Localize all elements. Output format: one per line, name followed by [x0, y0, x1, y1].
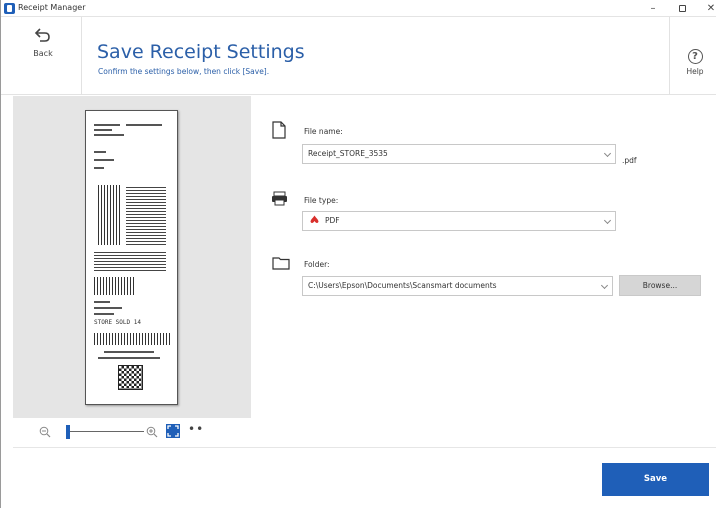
receipt-text-line — [94, 124, 120, 126]
file-type-value: PDF — [325, 216, 340, 225]
receipt-text-line — [94, 301, 110, 303]
receipt-text-line — [126, 124, 162, 126]
maximize-button[interactable] — [670, 1, 694, 16]
back-arrow-icon — [34, 28, 50, 42]
title-bar: Receipt Manager – ✕ — [1, 0, 716, 17]
file-name-label: File name: — [304, 127, 343, 136]
receipt-text-line — [104, 351, 154, 353]
help-icon: ? — [687, 49, 703, 64]
app-icon — [4, 3, 15, 14]
more-options-button[interactable]: •• — [188, 422, 204, 436]
file-type-label: File type: — [304, 196, 339, 205]
zoom-slider-track[interactable] — [70, 431, 144, 432]
zoom-controls: •• — [13, 418, 251, 448]
help-label: Help — [686, 67, 704, 76]
receipt-text-line — [94, 134, 124, 136]
receipt-text-line — [98, 357, 160, 359]
file-extension: .pdf — [622, 156, 637, 165]
header-divider-right — [669, 17, 670, 95]
receipt-text-block — [94, 251, 166, 271]
zoom-out-icon[interactable] — [39, 426, 51, 438]
folder-value: C:\Users\Epson\Documents\Scansmart docum… — [308, 281, 497, 290]
receipt-preview-pane: STORE SOLD 14 — [13, 96, 251, 418]
chevron-down-icon[interactable] — [600, 281, 609, 290]
receipt-text-block — [94, 277, 134, 295]
file-icon — [272, 121, 286, 139]
header-divider — [81, 17, 82, 95]
receipt-text-line — [94, 313, 114, 315]
zoom-slider-thumb[interactable] — [66, 425, 70, 439]
receipt-manager-window: Receipt Manager – ✕ Back Save Receipt Se… — [0, 0, 716, 508]
fit-to-window-icon[interactable] — [166, 424, 180, 438]
file-name-value: Receipt_STORE_3535 — [308, 149, 388, 158]
zoom-in-icon[interactable] — [146, 426, 158, 438]
help-button[interactable]: ? Help — [679, 44, 711, 76]
receipt-text-line — [94, 159, 114, 161]
receipt-text-block — [126, 185, 166, 245]
receipt-barcode — [94, 333, 170, 345]
chevron-down-icon[interactable] — [603, 149, 612, 158]
receipt-store-line: STORE SOLD 14 — [94, 319, 141, 326]
window-title: Receipt Manager — [18, 3, 86, 12]
minimize-button[interactable]: – — [641, 1, 665, 16]
back-button[interactable]: Back — [21, 27, 65, 83]
close-button[interactable]: ✕ — [699, 1, 716, 16]
receipt-text-line — [94, 307, 122, 309]
folder-select[interactable]: C:\Users\Epson\Documents\Scansmart docum… — [302, 276, 613, 296]
file-name-input[interactable]: Receipt_STORE_3535 — [302, 144, 616, 164]
receipt-text-block — [98, 185, 122, 245]
file-type-select[interactable]: PDF — [302, 211, 616, 231]
footer-divider — [13, 447, 716, 448]
folder-label: Folder: — [304, 260, 330, 269]
receipt-text-line — [94, 151, 106, 153]
receipt-text-line — [94, 129, 112, 131]
page-title: Save Receipt Settings — [97, 41, 305, 63]
browse-button[interactable]: Browse... — [619, 275, 701, 296]
save-button[interactable]: Save — [602, 463, 709, 496]
receipt-qr-code — [118, 365, 143, 390]
pdf-icon — [310, 215, 319, 223]
back-label: Back — [33, 49, 53, 58]
maximize-icon — [678, 5, 686, 12]
chevron-down-icon[interactable] — [603, 216, 612, 225]
file-type-icon — [272, 191, 287, 206]
receipt-preview-image: STORE SOLD 14 — [85, 110, 178, 405]
receipt-text-line — [94, 167, 104, 169]
folder-icon — [272, 257, 290, 270]
page-subtitle: Confirm the settings below, then click [… — [98, 67, 270, 76]
page-header: Back Save Receipt Settings Confirm the s… — [1, 17, 716, 95]
